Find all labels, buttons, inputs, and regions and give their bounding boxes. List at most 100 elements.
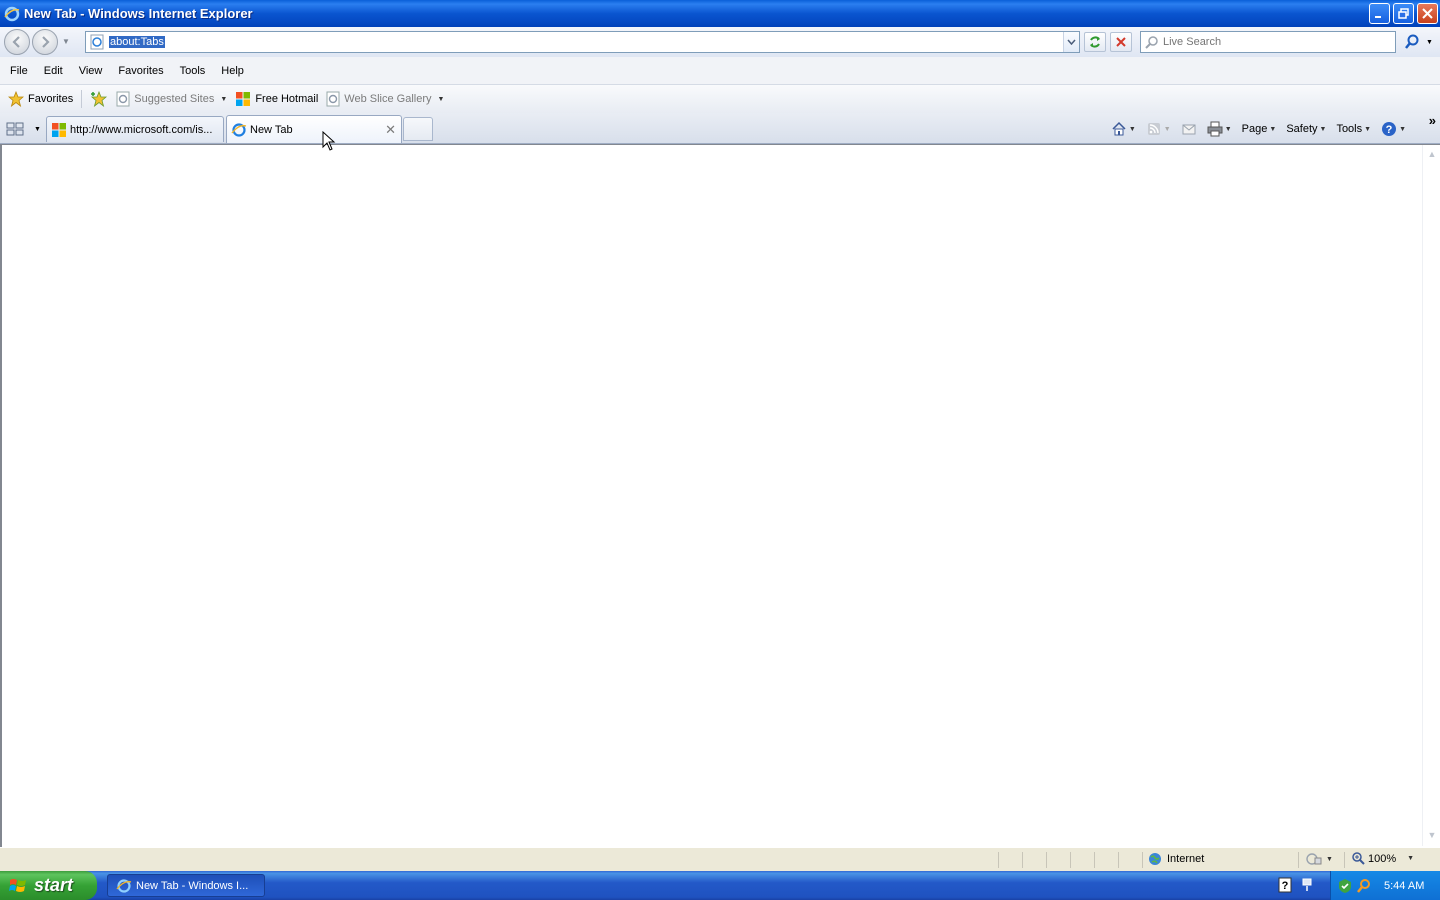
tab-microsoft[interactable]: http://www.microsoft.com/is... [46, 116, 224, 142]
chevron-down-icon: ▼ [1224, 125, 1232, 133]
tab-new-tab[interactable]: New Tab ✕ [226, 115, 402, 143]
svg-text:?: ? [1282, 880, 1289, 892]
protected-mode-button[interactable]: ▼ [1306, 852, 1333, 866]
page-menu-label: Page [1241, 123, 1268, 135]
read-mail-icon [1182, 124, 1196, 135]
taskbar-item-ie[interactable]: New Tab - Windows I... [107, 874, 265, 897]
svg-text:?: ? [1386, 124, 1393, 136]
system-tray: 5:44 AM [1330, 871, 1440, 900]
clock[interactable]: 5:44 AM [1384, 880, 1424, 892]
globe-icon [1149, 853, 1161, 865]
free-hotmail-label: Free Hotmail [255, 93, 319, 105]
scroll-up-icon[interactable]: ▲ [1426, 149, 1438, 161]
chevron-down-icon: ▼ [1319, 125, 1327, 133]
close-tab-icon[interactable]: ✕ [385, 122, 396, 138]
status-pane [1118, 852, 1119, 868]
chevron-down-icon: ▼ [1128, 125, 1136, 133]
suggested-sites-button[interactable]: Suggested Sites ▼ [112, 88, 231, 110]
start-button[interactable]: start [0, 871, 97, 900]
chevron-down-icon: ▼ [1269, 125, 1277, 133]
print-button[interactable]: ▼ [1203, 118, 1236, 140]
help-tray-icon[interactable]: ? [1278, 877, 1292, 893]
restore-icon [1398, 8, 1409, 19]
chevron-down-icon: ▼ [1407, 855, 1415, 862]
search-box[interactable] [1140, 31, 1396, 53]
status-pane [998, 852, 999, 868]
ie-icon [4, 6, 20, 21]
security-tray-icon[interactable] [1337, 878, 1353, 894]
close-button[interactable] [1417, 3, 1438, 24]
menu-edit[interactable]: Edit [36, 61, 71, 81]
quick-tabs-icon [6, 122, 24, 136]
menu-tools[interactable]: Tools [172, 61, 214, 81]
recent-pages-dropdown[interactable]: ▼ [62, 37, 70, 46]
forward-button[interactable] [32, 29, 58, 55]
read-mail-button[interactable] [1177, 118, 1201, 140]
status-pane [1142, 852, 1143, 868]
status-pane [1094, 852, 1095, 868]
minimize-button[interactable] [1369, 3, 1390, 24]
add-favorites-icon [91, 91, 108, 107]
chevron-down-icon: ▼ [220, 95, 228, 103]
status-bar: Internet ▼ 100% ▼ [0, 847, 1440, 871]
menu-help[interactable]: Help [213, 61, 252, 81]
start-label: start [34, 875, 74, 895]
menu-bar: File Edit View Favorites Tools Help [0, 57, 1440, 85]
safety-menu[interactable]: Safety ▼ [1282, 118, 1330, 140]
search-options-dropdown[interactable]: ▼ [1426, 39, 1433, 46]
network-tray-icon[interactable] [1300, 877, 1314, 893]
ie-page-icon [326, 91, 340, 107]
status-pane [1046, 852, 1047, 868]
back-icon [12, 36, 20, 48]
scroll-down-icon[interactable]: ▼ [1426, 830, 1438, 842]
help-menu[interactable]: ? ▼ [1377, 118, 1410, 140]
tab-label: New Tab [250, 123, 293, 136]
home-button[interactable]: ▼ [1107, 118, 1140, 140]
forward-icon [42, 36, 50, 48]
security-zone[interactable]: Internet [1148, 852, 1204, 866]
tools-menu[interactable]: Tools ▼ [1332, 118, 1375, 140]
ie-page-icon [116, 91, 130, 107]
favorites-button[interactable]: Favorites [4, 88, 77, 110]
new-tab-button[interactable] [403, 117, 433, 141]
close-icon [1422, 8, 1433, 19]
home-icon [1112, 121, 1126, 136]
address-text[interactable]: about:Tabs [109, 36, 165, 48]
taskbar-item-label: New Tab - Windows I... [136, 879, 249, 892]
page-content[interactable]: ▲ ▼ [0, 131, 1440, 847]
toolbar-overflow-chevron-icon[interactable]: » [1429, 113, 1436, 128]
search-tray-icon[interactable] [1356, 878, 1372, 894]
search-input[interactable] [1163, 36, 1383, 48]
security-zone-label: Internet [1167, 853, 1205, 865]
quick-tabs-button[interactable]: ▼ [6, 118, 44, 140]
free-hotmail-link[interactable]: Free Hotmail [231, 88, 322, 110]
page-menu[interactable]: Page ▼ [1238, 118, 1281, 140]
chevron-down-icon: ▼ [437, 95, 445, 103]
zoom-control[interactable]: 100% ▼ [1352, 852, 1414, 865]
search-provider-icon [1145, 36, 1158, 49]
minimize-icon [1375, 16, 1381, 18]
add-to-favorites-bar-button[interactable] [86, 88, 112, 110]
stop-icon [1116, 37, 1126, 47]
address-field[interactable]: about:Tabs [85, 31, 1080, 53]
address-dropdown-button[interactable] [1063, 32, 1079, 52]
stop-button[interactable] [1110, 32, 1132, 52]
web-slice-gallery-button[interactable]: Web Slice Gallery ▼ [322, 88, 448, 110]
chevron-down-icon: ▼ [1364, 125, 1372, 133]
menu-file[interactable]: File [2, 61, 36, 81]
refresh-icon [1090, 36, 1100, 48]
tab-list-dropdown[interactable]: ▼ [34, 126, 41, 133]
back-button[interactable] [4, 29, 30, 55]
help-icon: ? [1382, 122, 1397, 136]
favorites-label: Favorites [28, 93, 74, 105]
star-icon [8, 91, 24, 107]
print-icon [1207, 121, 1223, 137]
menu-favorites[interactable]: Favorites [110, 61, 171, 81]
feeds-button[interactable]: ▼ [1142, 118, 1175, 140]
ie-icon [231, 122, 247, 137]
restore-button[interactable] [1393, 3, 1414, 24]
vertical-scrollbar[interactable]: ▲ ▼ [1422, 145, 1440, 846]
menu-view[interactable]: View [71, 61, 111, 81]
search-go-button[interactable]: ▼ [1398, 31, 1434, 53]
refresh-button[interactable] [1084, 32, 1106, 52]
